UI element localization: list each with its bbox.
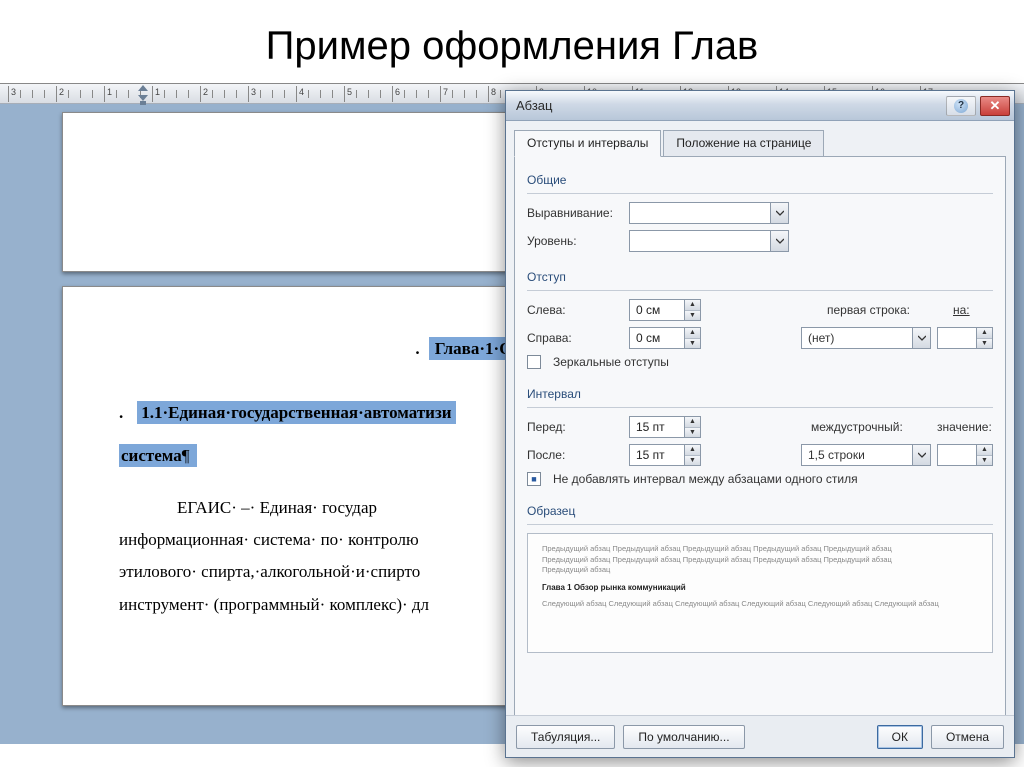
chevron-down-icon <box>770 203 788 223</box>
indent-left-spin[interactable]: 0 см ▲▼ <box>629 299 701 321</box>
mirror-indents-label: Зеркальные отступы <box>553 355 669 369</box>
by-spin[interactable]: ▲▼ <box>937 327 993 349</box>
spacing-before-label: Перед: <box>527 420 623 434</box>
alignment-label: Выравнивание: <box>527 206 623 220</box>
spin-down-icon[interactable]: ▼ <box>977 456 992 466</box>
mirror-indents-checkbox[interactable] <box>527 355 541 369</box>
indent-left-label: Слева: <box>527 303 623 317</box>
dialog-title: Абзац <box>516 98 552 113</box>
line-spacing-label: междустрочный: <box>811 420 931 434</box>
help-icon: ? <box>954 99 968 113</box>
indent-marker-icon[interactable] <box>138 84 148 102</box>
system-word-highlight[interactable]: система <box>119 444 197 467</box>
value-label: значение: <box>937 420 993 434</box>
preview-sample-text: Глава 1 Обзор рынка коммуникаций <box>542 582 978 593</box>
group-spacing-label: Интервал <box>527 387 993 401</box>
spin-up-icon[interactable]: ▲ <box>977 445 992 456</box>
chevron-down-icon <box>912 328 930 348</box>
close-button[interactable]: ✕ <box>980 96 1010 116</box>
by-label: на: <box>953 303 993 317</box>
first-line-label: первая строка: <box>827 303 947 317</box>
spin-up-icon[interactable]: ▲ <box>685 445 700 456</box>
paragraph-dialog: Абзац ? ✕ Отступы и интервалы Положение … <box>505 90 1015 758</box>
chevron-down-icon <box>770 231 788 251</box>
slide-title: Пример оформления Глав <box>0 0 1024 83</box>
help-button[interactable]: ? <box>946 96 976 116</box>
first-line-combo[interactable]: (нет) <box>801 327 931 349</box>
cancel-button[interactable]: Отмена <box>931 725 1004 749</box>
subsection-highlight[interactable]: 1.1·Единая·государственная·автоматизи <box>137 401 455 424</box>
spacing-after-label: После: <box>527 448 623 462</box>
spin-down-icon[interactable]: ▼ <box>685 339 700 349</box>
level-combo[interactable] <box>629 230 789 252</box>
spacing-before-spin[interactable]: 15 пт ▲▼ <box>629 416 701 438</box>
ok-button[interactable]: ОК <box>877 725 923 749</box>
spin-up-icon[interactable]: ▲ <box>685 328 700 339</box>
dialog-footer: Табуляция... По умолчанию... ОК Отмена <box>506 715 1014 757</box>
group-preview-label: Образец <box>527 504 993 518</box>
value-spin[interactable]: ▲▼ <box>937 444 993 466</box>
close-icon: ✕ <box>990 98 1001 114</box>
indent-right-spin[interactable]: 0 см ▲▼ <box>629 327 701 349</box>
spin-down-icon[interactable]: ▼ <box>685 456 700 466</box>
no-space-same-style-checkbox[interactable] <box>527 472 541 486</box>
spin-up-icon[interactable]: ▲ <box>977 328 992 339</box>
dialog-tabs: Отступы и интервалы Положение на страниц… <box>506 121 1014 156</box>
spin-up-icon[interactable]: ▲ <box>685 417 700 428</box>
chevron-down-icon <box>912 445 930 465</box>
default-button[interactable]: По умолчанию... <box>623 725 744 749</box>
tabs-button[interactable]: Табуляция... <box>516 725 615 749</box>
level-label: Уровень: <box>527 234 623 248</box>
spin-up-icon[interactable]: ▲ <box>685 300 700 311</box>
tab-panel: Общие Выравнивание: Уровень: Отступ Слев… <box>514 156 1006 716</box>
tab-indents-spacing[interactable]: Отступы и интервалы <box>514 130 661 157</box>
alignment-combo[interactable] <box>629 202 789 224</box>
line-spacing-combo[interactable]: 1,5 строки <box>801 444 931 466</box>
spin-down-icon[interactable]: ▼ <box>977 339 992 349</box>
group-general-label: Общие <box>527 173 993 187</box>
group-indent-label: Отступ <box>527 270 993 284</box>
spin-down-icon[interactable]: ▼ <box>685 311 700 321</box>
spin-down-icon[interactable]: ▼ <box>685 428 700 438</box>
no-space-same-style-label: Не добавлять интервал между абзацами одн… <box>553 472 858 486</box>
indent-right-label: Справа: <box>527 331 623 345</box>
dialog-titlebar[interactable]: Абзац ? ✕ <box>506 91 1014 121</box>
tab-position[interactable]: Положение на странице <box>663 130 824 157</box>
spacing-after-spin[interactable]: 15 пт ▲▼ <box>629 444 701 466</box>
preview-box: Предыдущий абзац Предыдущий абзац Предыд… <box>527 533 993 653</box>
